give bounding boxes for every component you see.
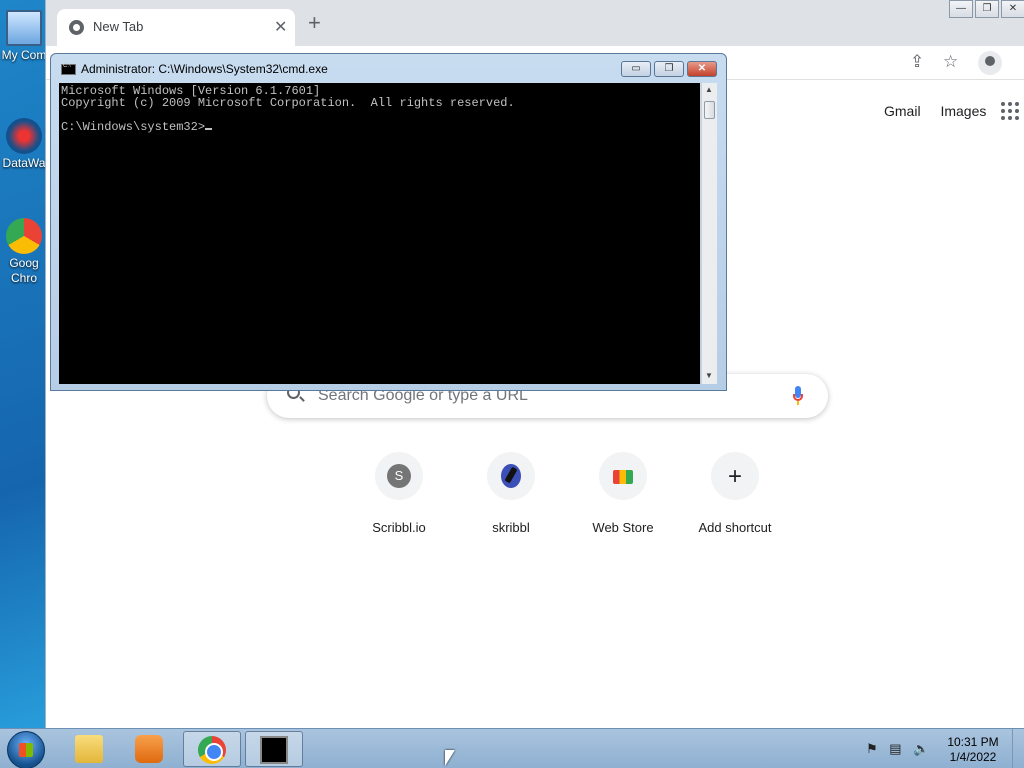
clock-time: 10:31 PM (947, 735, 999, 749)
desktop-icon-label: Goog (9, 256, 39, 270)
shortcut-tile (487, 452, 535, 500)
start-button[interactable] (7, 731, 45, 768)
shortcut-add[interactable]: + Add shortcut (679, 450, 791, 535)
cmd-minimize-button[interactable]: ▭ (621, 61, 651, 77)
clock[interactable]: 10:31 PM 1/4/2022 (940, 735, 1006, 765)
network-icon[interactable]: ▤ (889, 741, 901, 756)
desktop-icon-my-computer[interactable]: My Com (0, 10, 48, 63)
taskbar-media-player[interactable] (121, 731, 179, 767)
scroll-thumb[interactable] (704, 101, 715, 119)
desktop-icon-datawa[interactable]: DataWa (0, 118, 48, 171)
top-links: Gmail Images (884, 103, 1002, 119)
cmd-maximize-button[interactable]: ❐ (654, 61, 684, 77)
chrome-icon (198, 736, 226, 764)
shortcut-web-store[interactable]: Web Store (567, 450, 679, 535)
chrome-icon (6, 218, 42, 254)
shortcut-label: skribbl (492, 520, 530, 535)
shortcut-tile: S (375, 452, 423, 500)
scroll-up-icon[interactable]: ▲ (705, 85, 713, 94)
scroll-down-icon[interactable]: ▼ (705, 371, 713, 380)
microphone-icon[interactable] (793, 386, 803, 406)
desktop-icon-google-chrome[interactable]: Goog Chro (0, 218, 48, 286)
cmd-window[interactable]: Administrator: C:\Windows\System32\cmd.e… (50, 53, 727, 391)
console-output[interactable]: Microsoft Windows [Version 6.1.7601] Cop… (59, 83, 700, 384)
taskbar-chrome[interactable] (183, 731, 241, 767)
cmd-close-button[interactable]: ✕ (687, 61, 717, 77)
shortcuts: S Scribbl.io skribbl Web Store + Add sho… (343, 450, 791, 535)
new-tab-button[interactable]: + (308, 12, 321, 34)
mouse-cursor-icon (445, 750, 455, 766)
share-icon[interactable]: ⇪ (910, 52, 924, 72)
computer-icon (6, 10, 42, 46)
cmd-title: Administrator: C:\Windows\System32\cmd.e… (81, 62, 328, 76)
tab-close-icon[interactable]: ✕ (274, 17, 287, 37)
console-scrollbar[interactable]: ▲ ▼ (701, 83, 717, 384)
images-link[interactable]: Images (940, 103, 986, 119)
shortcut-label: Web Store (592, 520, 654, 535)
explorer-icon (75, 735, 103, 763)
taskbar: ⚑ ▤ 🔈 10:31 PM 1/4/2022 (0, 728, 1024, 768)
desktop-icon-label: DataWa (2, 156, 46, 170)
taskbar-cmd[interactable] (245, 731, 303, 767)
gmail-link[interactable]: Gmail (884, 103, 921, 119)
cmd-window-icon (61, 63, 76, 75)
shortcut-label: Add shortcut (698, 520, 772, 535)
menu-icon[interactable]: ⋮ (1018, 52, 1024, 73)
shortcut-tile (599, 452, 647, 500)
clock-date: 1/4/2022 (949, 750, 997, 764)
text-cursor (205, 128, 213, 130)
tab-title: New Tab (93, 19, 144, 34)
desktop-icon-label: My Com (1, 48, 47, 62)
star-icon[interactable]: ☆ (943, 52, 958, 72)
tab-new-tab[interactable]: New Tab ✕ (57, 9, 295, 46)
maximize-button[interactable]: ❐ (975, 0, 999, 18)
shortcut-tile: + (711, 452, 759, 500)
window-controls: — ❐ ✕ (947, 0, 1024, 18)
close-button[interactable]: ✕ (1001, 0, 1024, 18)
letter-s-icon: S (387, 464, 411, 488)
media-player-icon (135, 735, 163, 763)
apps-grid-icon[interactable] (1001, 102, 1019, 120)
volume-icon[interactable]: 🔈 (913, 741, 929, 756)
tab-strip: New Tab ✕ + — ❐ ✕ (46, 0, 1024, 46)
console-prompt: C:\Windows\system32> (61, 120, 206, 134)
shortcut-skribbl[interactable]: skribbl (455, 450, 567, 535)
taskbar-explorer[interactable] (61, 731, 119, 767)
shortcut-label: Scribbl.io (372, 520, 426, 535)
profile-icon[interactable] (978, 51, 1002, 75)
desktop-icon-label-2: Chro (10, 271, 37, 285)
plus-icon: + (727, 463, 742, 490)
cmd-icon (260, 736, 288, 764)
action-center-icon[interactable]: ⚑ (866, 741, 878, 756)
pen-icon (501, 464, 521, 488)
shortcut-scribbl-io[interactable]: S Scribbl.io (343, 450, 455, 535)
chrome-favicon-icon (69, 20, 84, 35)
web-store-icon (613, 470, 633, 484)
system-tray: ⚑ ▤ 🔈 (866, 741, 937, 757)
minimize-button[interactable]: — (949, 0, 973, 18)
shortcut-icon (6, 118, 42, 154)
show-desktop-button[interactable] (1012, 729, 1024, 768)
console-line: Copyright (c) 2009 Microsoft Corporation… (61, 96, 515, 110)
